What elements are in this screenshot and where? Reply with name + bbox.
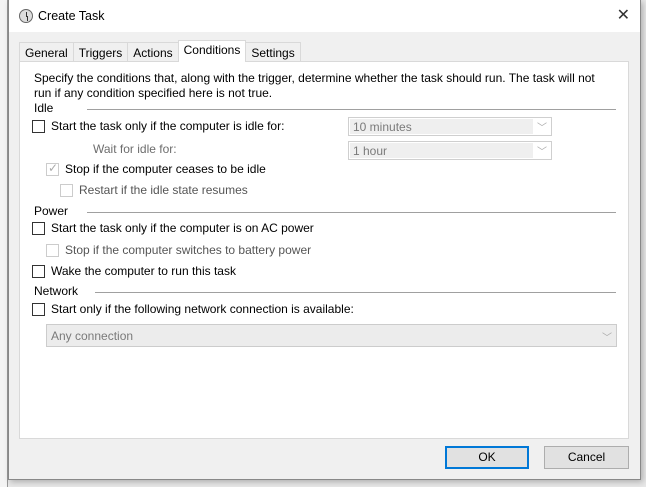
- wait-idle-label: Wait for idle for:: [93, 142, 177, 156]
- tab-bar: General Triggers Actions Conditions Sett…: [19, 40, 301, 62]
- ok-button[interactable]: OK: [445, 446, 529, 469]
- connection-select[interactable]: Any connection ﹀: [46, 324, 617, 347]
- cancel-button[interactable]: Cancel: [544, 446, 629, 469]
- tab-general[interactable]: General: [19, 42, 74, 62]
- wake-checkbox[interactable]: [32, 265, 45, 278]
- tab-conditions[interactable]: Conditions: [177, 40, 247, 62]
- conditions-panel: Specify the conditions that, along with …: [19, 61, 629, 439]
- tab-settings[interactable]: Settings: [245, 42, 301, 62]
- start-idle-label: Start the task only if the computer is i…: [51, 119, 285, 133]
- power-divider: [87, 212, 616, 213]
- wait-duration-value: 1 hour: [350, 143, 533, 158]
- connection-value: Any connection: [51, 329, 134, 343]
- chevron-down-icon: ﹀: [537, 123, 547, 134]
- description-line1: Specify the conditions that, along with …: [34, 71, 595, 85]
- restart-idle-checkbox[interactable]: [60, 184, 73, 197]
- title-bar: Create Task ✕: [9, 0, 640, 32]
- idle-divider: [87, 109, 616, 110]
- start-idle-checkbox[interactable]: [32, 120, 45, 133]
- network-heading: Network: [34, 284, 79, 298]
- idle-duration-select[interactable]: 10 minutes ﹀: [348, 117, 552, 136]
- create-task-dialog: Create Task ✕ General Triggers Actions C…: [8, 0, 641, 480]
- tab-triggers[interactable]: Triggers: [72, 42, 129, 62]
- battery-checkbox[interactable]: [46, 244, 59, 257]
- ac-power-label: Start the task only if the computer is o…: [51, 221, 314, 235]
- close-icon[interactable]: ✕: [617, 5, 630, 25]
- network-checkbox[interactable]: [32, 303, 45, 316]
- clock-icon: [19, 9, 33, 23]
- description-line2: run if any condition specified here is n…: [34, 86, 273, 100]
- idle-duration-value: 10 minutes: [350, 119, 533, 134]
- battery-label: Stop if the computer switches to battery…: [65, 243, 312, 257]
- restart-idle-label: Restart if the idle state resumes: [79, 183, 248, 197]
- network-divider: [95, 292, 616, 293]
- wake-label: Wake the computer to run this task: [51, 264, 236, 278]
- idle-heading: Idle: [34, 101, 54, 115]
- ac-power-checkbox[interactable]: [32, 222, 45, 235]
- chevron-down-icon: ﹀: [537, 147, 547, 158]
- chevron-down-icon: ﹀: [602, 333, 612, 344]
- window-title: Create Task: [38, 9, 105, 23]
- tab-actions[interactable]: Actions: [127, 42, 179, 62]
- wait-duration-select[interactable]: 1 hour ﹀: [348, 141, 552, 160]
- power-heading: Power: [34, 204, 69, 218]
- stop-idle-checkbox[interactable]: [46, 161, 59, 176]
- stop-idle-label: Stop if the computer ceases to be idle: [65, 162, 266, 176]
- background-window: [0, 0, 8, 487]
- network-label: Start only if the following network conn…: [51, 302, 354, 316]
